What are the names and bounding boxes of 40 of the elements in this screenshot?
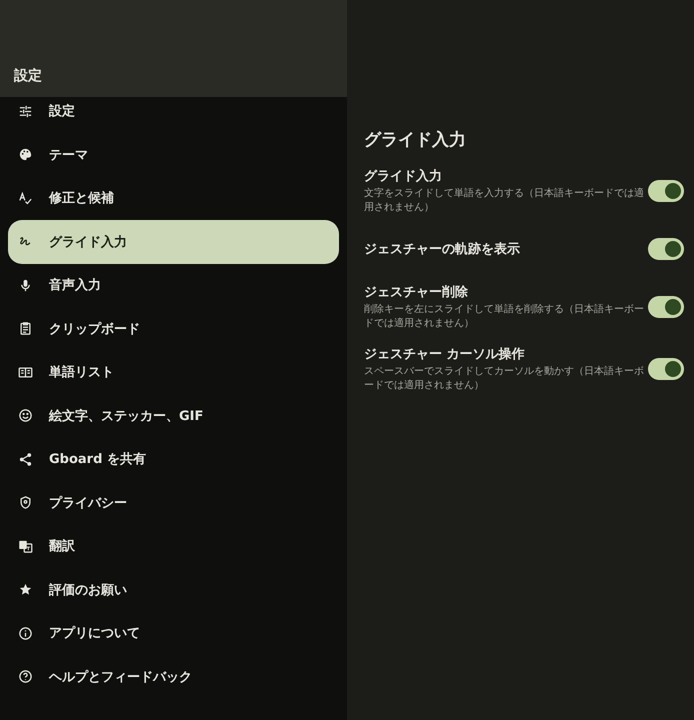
setting-description: 文字をスライドして単語を入力する（日本語キーボードでは適用されません） (364, 187, 644, 215)
share-icon (18, 452, 33, 467)
setting-title: ジェスチャーの軌跡を表示 (364, 240, 521, 258)
info-icon (18, 626, 33, 641)
setting-description: 削除キーを左にスライドして単語を削除する（日本語キーボードでは適用されません） (364, 303, 644, 331)
sidebar-item[interactable]: アプリについて (8, 612, 339, 655)
sidebar-item[interactable]: 音声入力 (8, 264, 339, 307)
setting-title: グライド入力 (364, 168, 443, 185)
toggle-switch[interactable] (648, 238, 684, 260)
book-icon (18, 364, 33, 380)
sidebar-item[interactable]: 評価のお願い (8, 568, 339, 612)
star-icon (18, 582, 33, 598)
setting-title: ジェスチャー カーソル操作 (364, 346, 526, 363)
setting-title: ジェスチャー削除 (364, 284, 469, 301)
section-title: グライド入力 (364, 129, 467, 151)
sidebar-item[interactable]: グライド入力 (8, 220, 339, 264)
setting-description: スペースバーでスライドしてカーソルを動かす（日本語キーボードでは適用されません） (364, 365, 644, 393)
smiley-icon (18, 408, 33, 424)
sidebar-item[interactable]: Gboard を共有 (8, 438, 339, 481)
sidebar-item[interactable]: テーマ (8, 133, 339, 176)
sliders-icon (18, 104, 33, 118)
clipboard-icon (18, 321, 33, 336)
palette-icon (18, 147, 33, 162)
toggle-switch[interactable] (648, 180, 684, 202)
microphone-icon (18, 278, 33, 293)
sidebar-item[interactable]: 単語リスト (8, 350, 339, 394)
sidebar-item[interactable]: 修正と候補 (8, 176, 339, 220)
sidebar-item[interactable]: 設定 (8, 97, 339, 125)
help-icon (18, 669, 33, 684)
spellcheck-icon (18, 190, 33, 206)
sidebar-item[interactable]: プライバシー (8, 481, 339, 524)
sidebar-item[interactable]: 翻訳 (8, 524, 339, 568)
page-title: 設定 (14, 67, 42, 85)
sidebar-item[interactable]: ヘルプとフィードバック (8, 655, 339, 698)
sidebar-item[interactable]: クリップボード (8, 307, 339, 350)
sidebar-item[interactable]: 絵文字、ステッカー、GIF (8, 394, 339, 438)
shield-icon (18, 495, 33, 510)
toggle-switch[interactable] (648, 358, 684, 380)
toggle-switch[interactable] (648, 296, 684, 318)
translate-icon (18, 538, 33, 554)
